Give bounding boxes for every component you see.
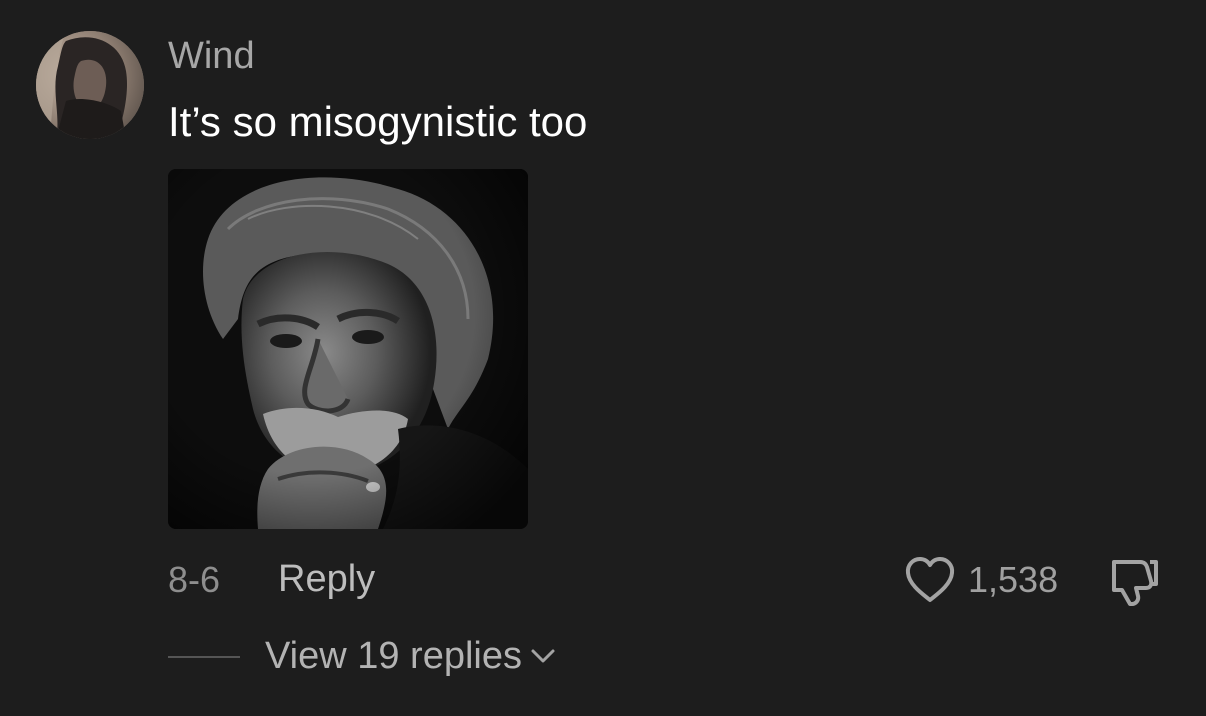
comment-item: Wind It’s so misogynistic too 8-6 Reply … [0, 0, 1206, 716]
view-replies-label: View 19 replies [265, 635, 523, 677]
user-avatar[interactable] [36, 31, 144, 139]
username[interactable]: Wind [168, 34, 255, 78]
heart-icon[interactable] [904, 556, 956, 604]
view-replies-button[interactable]: View 19 replies [265, 634, 558, 678]
like-button[interactable]: 1,538 [904, 554, 1058, 606]
dislike-button[interactable] [1106, 554, 1162, 608]
attached-image[interactable] [168, 169, 528, 529]
replies-divider [168, 656, 240, 658]
thumbs-down-icon[interactable] [1106, 554, 1162, 608]
chevron-down-icon [531, 649, 555, 663]
comment-text: It’s so misogynistic too [168, 98, 588, 145]
like-count: 1,538 [968, 559, 1059, 600]
reply-button[interactable]: Reply [278, 557, 375, 601]
comment-timestamp: 8-6 [168, 559, 221, 600]
